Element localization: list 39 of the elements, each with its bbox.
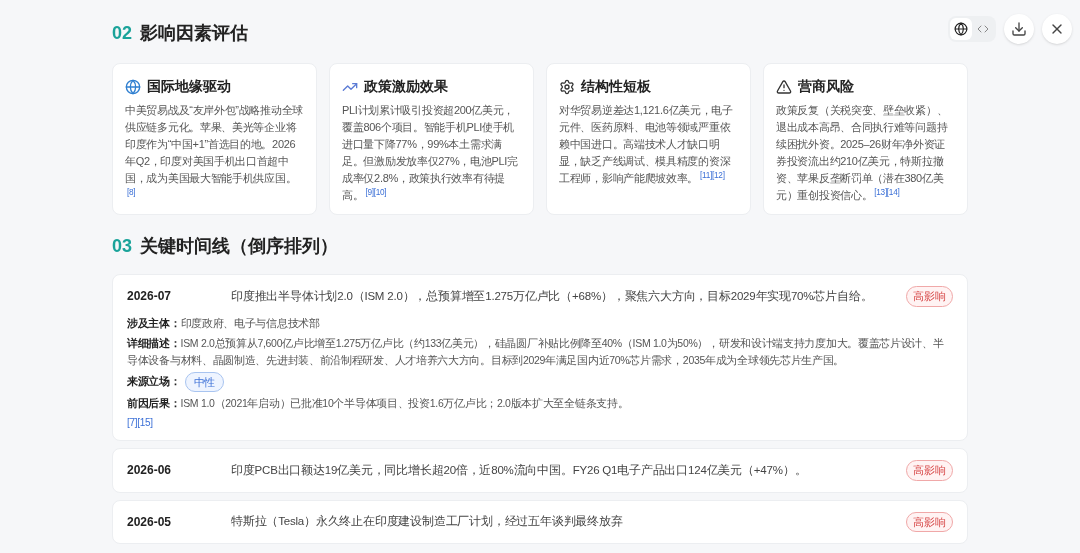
card-text: 政策反复（关税突变、壁垒收紧）、退出成本高昂、合同执行难等问题持续困扰外资。2025–26财年净外资证券投资流出约210亿美元，特斯拉撤资、苹果反垄断罚单（潜在380亿美元）重创投资信心。 $^{[13][14]}$ [776,103,949,203]
event-title: 印度PCB出口额达19亿美元，同比增长超20倍，近80%流向中国。FY26 Q1电子产品出口124亿美元（+47%）。 [231,462,808,478]
section-number: 03 [112,235,133,258]
section-number: 02 [112,22,133,45]
globe-icon [125,78,141,95]
reference-link[interactable]: [8] [127,187,136,197]
event-title: 特斯拉（Tesla）永久终止在印度建设制造工厂计划，经过五年谈判最终放弃 [231,514,624,530]
event-title: 印度推出半导体计划2.0（ISM 2.0），总预算增至1.275万亿卢比（+68%），聚焦六大方向，目标2029年实现70%芯片自给。 [231,288,874,304]
close-button[interactable] [1042,14,1072,44]
reference-link[interactable]: [9][10] [365,187,387,197]
detail-text: 涉及主体：印度政府、电子与信息技术部 [127,315,320,331]
event-date: 2026-05 [127,513,173,531]
section-title: 影响因素评估 [140,22,249,45]
event-date: 2026-07 [127,288,173,306]
reference-link[interactable]: [11][12] [700,170,725,180]
reference-link[interactable]: [7][15] [127,415,953,430]
event-date: 2026-06 [127,462,173,480]
reference-link[interactable]: [13][14] [874,187,900,197]
detail-text: 前因后果：ISM 1.0（2021年启动）已批准10个半导体项目、投资1.6万亿卢比；2.0版本扩大至全链条支持。 [127,396,629,411]
impact-tag: 高影响 [906,460,953,481]
download-icon [1011,21,1027,37]
code-icon [977,23,989,35]
globe-view-button[interactable] [950,18,972,40]
impact-tag: 高影响 [906,511,953,532]
card-text: PLI计划累计吸引投资超200亿美元，覆盖806个项目。智能手机PLI使手机进口量下降77%，99%本土需求满足。但激励发放率仅27%，电池PLI完成率仅2.8%，政策执行效率有待提高。 $^{[9][10]}$ [342,103,519,203]
card-text: 对华贸易逆差达1,121.6亿美元，电子元件、医药原料、电池等领域严重依赖中国进口。高端技术人才缺口明显，缺乏产线调试、模具精度的资深工程师，影响产能爬坡效率。 $^{[11][12]}$ [559,103,734,186]
detail-label: 来源立场： [127,373,181,389]
gear-icon [559,78,575,95]
impact-tag: 高影响 [906,286,953,307]
card-title: 营商风险 [798,77,854,96]
stance-tag: 中性 [184,371,224,392]
section-title: 关键时间线（倒序排列） [140,235,339,258]
globe-icon [954,22,968,36]
download-button[interactable] [1004,14,1034,44]
card-title: 政策激励效果 [364,77,448,96]
warning-icon [776,78,792,95]
card-title: 结构性短板 [581,77,651,96]
card-title: 国际地缘驱动 [147,77,231,96]
detail-text: 详细描述：ISM 2.0总预算从7,600亿卢比增至1.275万亿卢比（约133亿美元），硅晶圆厂补贴比例降至40%（ISM 1.0为50%），研发和设计端支持力度加大。覆盖芯片设计、半导体设备与材料、晶圆制造、先进封装、前沿制程研发、人才培养六大方向。目标到2029年满足国内近70%芯片需求，2035年成为全球领先芯片生产国。 [127,335,945,368]
